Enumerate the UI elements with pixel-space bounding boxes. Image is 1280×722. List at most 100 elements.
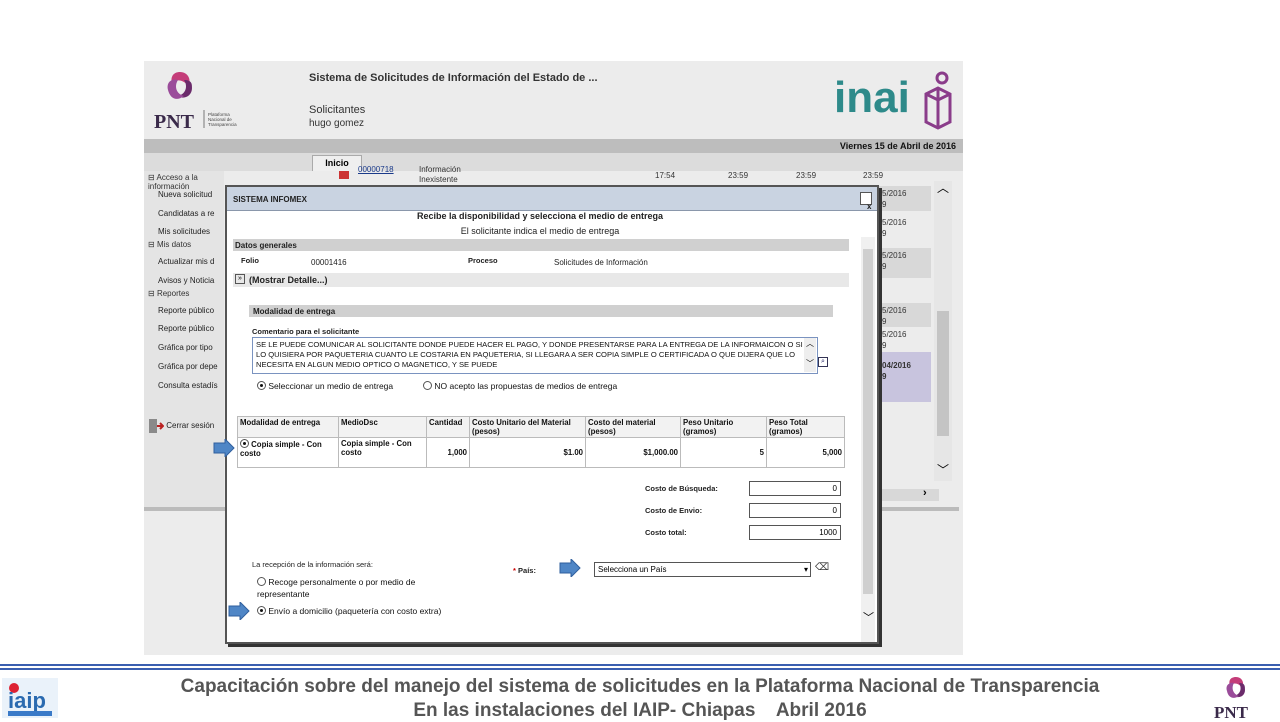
cell: $1.00 [469, 437, 586, 468]
time-cell: 23:59 [728, 171, 749, 180]
option-envio-domicilio[interactable]: Envío a domicilio (paquetería con costo … [257, 606, 441, 616]
sidebar-section-acceso[interactable]: ⊟ Acceso a la información [148, 173, 224, 191]
pdf-icon [339, 171, 349, 179]
scroll-right-icon[interactable]: › [923, 487, 927, 499]
svg-text:inai: inai [834, 73, 910, 122]
recepcion-label: La recepción de la información será: [252, 560, 373, 569]
sidebar: ⊟ Acceso a la información Nueva solicitu… [144, 171, 224, 511]
infomex-dialog: SISTEMA INFOMEX x Recibe la disponibilid… [225, 185, 879, 644]
arrow-pointer-icon [228, 602, 250, 620]
request-type-2: Inexistente [419, 175, 458, 184]
logout-link[interactable]: Cerrar sesión [148, 418, 214, 434]
sidebar-item-actualizar[interactable]: Actualizar mis d [158, 257, 214, 266]
comment-label: Comentario para el solicitante [252, 327, 360, 336]
dialog-title: SISTEMA INFOMEX [233, 195, 307, 204]
footer-line-1: Capacitación sobre del manejo del sistem… [180, 676, 1100, 697]
arrow-pointer-icon [213, 439, 235, 457]
folio-label: Folio [241, 256, 259, 265]
bg-date-cell: 5/2016 9 [879, 303, 931, 328]
col-header: Peso Unitario (gramos) [680, 416, 767, 438]
pnt-footer-logo: PNT [1214, 677, 1249, 720]
proceso-label: Proceso [468, 256, 498, 265]
section-modalidad: Modalidad de entrega [249, 305, 833, 317]
delivery-table: Modalidad de entrega MedioDsc Cantidad C… [237, 416, 845, 468]
system-title: Sistema de Solicitudes de Información de… [309, 72, 598, 84]
costo-envio-input[interactable]: 0 [749, 503, 841, 518]
option-recoge-personal[interactable]: Recoge personalmente o por medio de repr… [257, 576, 457, 600]
sidebar-section-mis-datos[interactable]: ⊟ Mis datos [148, 240, 191, 249]
background-scrollbar[interactable]: ︿ ﹀ [934, 181, 952, 481]
folio-value: 00001416 [311, 258, 347, 267]
table-row: Copia simple - Con costo Copia simple - … [237, 437, 845, 468]
dialog-scrollbar[interactable]: ﹀ [861, 237, 875, 642]
sidebar-item-grafica-tipo[interactable]: Gráfica por tipo [158, 343, 213, 352]
tab-bar: Inicio [144, 153, 963, 171]
col-header: Costo del material (pesos) [585, 416, 681, 438]
scroll-down-icon[interactable]: ﹀ [863, 609, 874, 625]
radio-icon [423, 381, 432, 390]
col-header: Modalidad de entrega [237, 416, 339, 438]
expand-icon: » [235, 274, 245, 284]
col-header: Peso Total (gramos) [766, 416, 845, 438]
scroll-thumb[interactable] [937, 311, 949, 436]
dialog-titlebar: SISTEMA INFOMEX x [227, 187, 877, 211]
eraser-icon[interactable]: ⌫ [815, 562, 829, 573]
dialog-heading: Recibe la disponibilidad y selecciona el… [416, 211, 664, 221]
bg-date-cell-selected: 04/2016 9 [879, 352, 931, 402]
sidebar-item-reporte-1[interactable]: Reporte público [158, 306, 214, 315]
bg-date-cell: 5/2016 9 [879, 215, 931, 240]
radio-icon [257, 577, 266, 586]
scroll-down-icon[interactable]: ﹀ [937, 461, 949, 478]
pais-label: * País: [513, 566, 536, 575]
radio-icon [240, 439, 249, 448]
app-header: PNT Plataforma Nacional de Transparencia… [144, 61, 963, 139]
bg-date-cell: 5/2016 9 [879, 186, 931, 211]
chevron-down-icon: ▾ [803, 565, 808, 574]
show-detail-toggle[interactable]: » (Mostrar Detalle...) [233, 273, 849, 287]
radio-select-medio[interactable]: Seleccionar un medio de entrega [257, 381, 393, 391]
radio-icon [257, 606, 266, 615]
svg-text:PNT: PNT [154, 111, 195, 132]
radio-reject-medio[interactable]: NO acepto las propuestas de medios de en… [423, 381, 617, 391]
cell: $1,000.00 [585, 437, 681, 468]
sidebar-item-mis-solicitudes[interactable]: Mis solicitudes [158, 227, 210, 236]
costo-busqueda-input[interactable]: 0 [749, 481, 841, 496]
col-header: Costo Unitario del Material (pesos) [469, 416, 586, 438]
comment-scrollbar[interactable]: ︿ ﹀ [804, 338, 816, 372]
background-request-row: 00000718 Información Inexistente 17:54 2… [334, 165, 959, 184]
user-role: Solicitantes [309, 104, 366, 116]
section-datos-generales: Datos generales [233, 239, 849, 251]
row-radio-cell[interactable]: Copia simple - Con costo [237, 437, 339, 468]
sidebar-section-reportes[interactable]: ⊟ Reportes [148, 289, 189, 298]
sidebar-item-grafica-depe[interactable]: Gráfica por depe [158, 362, 218, 371]
current-date: Viernes 15 de Abril de 2016 [839, 141, 956, 151]
close-icon: x [867, 202, 872, 211]
sidebar-item-consulta[interactable]: Consulta estadís [158, 381, 218, 390]
costo-envio-label: Costo de Envio: [645, 506, 703, 515]
dialog-subheading: El solicitante indica el medio de entreg… [460, 226, 620, 236]
sidebar-item-avisos[interactable]: Avisos y Noticia [158, 276, 214, 285]
footer-rule [0, 664, 1280, 670]
scroll-up-icon[interactable]: ︿ [937, 179, 949, 196]
time-cell: 17:54 [655, 171, 676, 180]
pais-select[interactable]: Selecciona un País ▾ [594, 562, 811, 577]
sidebar-item-reporte-2[interactable]: Reporte público [158, 324, 214, 333]
background-hscrollbar[interactable]: › [879, 487, 939, 501]
sidebar-item-nueva-solicitud[interactable]: Nueva solicitud [158, 190, 212, 199]
logout-icon [149, 419, 165, 433]
costo-total-label: Costo total: [645, 528, 687, 537]
arrow-pointer-icon [559, 559, 581, 577]
tab-inicio[interactable]: Inicio [312, 155, 362, 171]
bg-date-cell: 5/2016 9 [879, 248, 931, 278]
svg-text:Transparencia: Transparencia [208, 122, 237, 127]
costo-total-input[interactable]: 1000 [749, 525, 841, 540]
request-id-link[interactable]: 00000718 [358, 165, 394, 174]
date-bar: Viernes 15 de Abril de 2016 [144, 139, 963, 153]
dialog-scroll-thumb[interactable] [863, 249, 873, 594]
comment-textarea[interactable]: SE LE PUEDE COMUNICAR AL SOLICITANTE DON… [252, 337, 818, 374]
close-button[interactable]: x [860, 192, 872, 211]
sidebar-item-candidatas[interactable]: Candidatas a re [158, 209, 214, 218]
pnt-logo: PNT Plataforma Nacional de Transparencia [154, 72, 237, 132]
zoom-icon[interactable]: ⌕ [818, 357, 828, 367]
cell: 1,000 [426, 437, 470, 468]
